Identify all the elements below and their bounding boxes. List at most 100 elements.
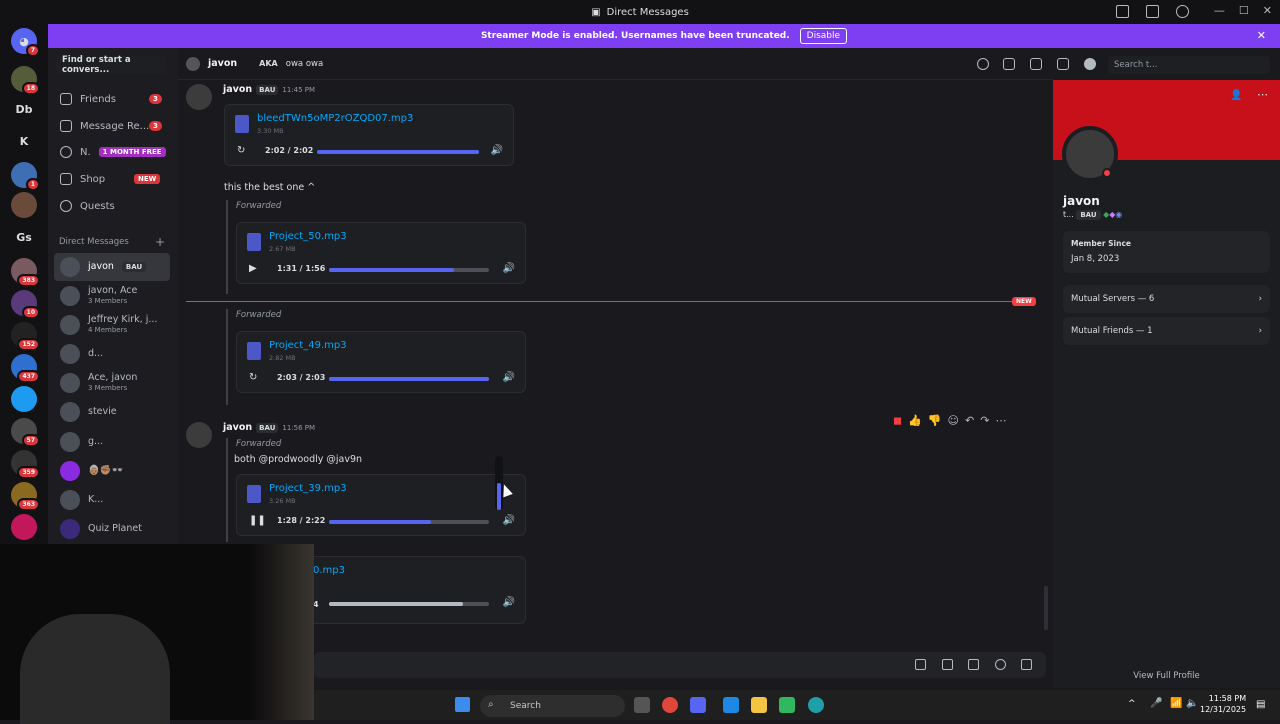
file-name-link[interactable]: Project_50.mp3 bbox=[269, 231, 347, 242]
replay-icon[interactable]: ↻ bbox=[249, 372, 257, 383]
wifi-icon[interactable]: 📶 bbox=[1170, 698, 1182, 709]
dm-item[interactable]: Ace, javon 3 Members bbox=[54, 369, 170, 397]
nav-message-requests[interactable]: Message Re... bbox=[60, 117, 149, 135]
discord-home-icon[interactable]: ◕ 7 bbox=[11, 28, 40, 57]
gif-icon[interactable] bbox=[942, 659, 953, 670]
dm-item[interactable]: stevie bbox=[54, 398, 170, 426]
more-icon[interactable]: ⋯ bbox=[1257, 88, 1268, 101]
help-icon[interactable] bbox=[1176, 5, 1189, 18]
thumbs-up-icon[interactable]: 👍 bbox=[908, 414, 922, 427]
server-icon[interactable] bbox=[11, 192, 37, 218]
taskbar-clock[interactable]: 11:58 PM 12/31/2025 bbox=[1200, 693, 1246, 715]
play-icon[interactable]: ▶ bbox=[249, 263, 257, 274]
maximize-button[interactable]: ☐ bbox=[1239, 4, 1249, 17]
vscode-icon[interactable] bbox=[723, 697, 739, 713]
task-view-icon[interactable] bbox=[634, 697, 650, 713]
windows-start-icon[interactable] bbox=[455, 697, 470, 712]
close-banner-icon[interactable]: ✕ bbox=[1257, 29, 1266, 42]
more-icon[interactable]: ⋯ bbox=[995, 414, 1006, 427]
dm-item[interactable]: 👵🏽✊🏽👓 bbox=[54, 457, 170, 485]
server-icon[interactable]: 152 bbox=[11, 322, 40, 351]
forward-icon[interactable]: ↷ bbox=[980, 414, 989, 427]
notification-icon[interactable]: ▤ bbox=[1256, 699, 1265, 710]
taskbar-search[interactable]: Search bbox=[480, 695, 625, 717]
server-icon[interactable]: 10 bbox=[11, 290, 40, 319]
chrome-icon[interactable] bbox=[662, 697, 678, 713]
mic-icon[interactable]: 🎤 bbox=[1150, 698, 1162, 709]
voice-call-icon[interactable] bbox=[977, 58, 989, 70]
message-author[interactable]: javon BAU 11:56 PM bbox=[223, 422, 315, 433]
mutual-friends-row[interactable]: Mutual Friends — 1 › bbox=[1063, 317, 1270, 345]
server-icon[interactable]: 363 bbox=[11, 482, 40, 511]
dm-item[interactable]: d... bbox=[54, 340, 170, 368]
dm-item[interactable]: Quiz Planet bbox=[54, 515, 170, 543]
server-icon[interactable]: 437 bbox=[11, 354, 40, 383]
pause-icon[interactable]: ❚❚ bbox=[249, 515, 266, 526]
add-friend-icon[interactable]: 👤 bbox=[1230, 90, 1242, 101]
dm-item[interactable]: javon BAU bbox=[54, 253, 170, 281]
server-icon[interactable]: Gs bbox=[11, 224, 37, 250]
create-dm-icon[interactable]: + bbox=[155, 235, 165, 249]
chat-scrollbar[interactable] bbox=[1044, 586, 1048, 630]
server-icon[interactable]: 1 bbox=[11, 162, 40, 191]
add-reaction-icon[interactable]: ☺ bbox=[948, 414, 959, 427]
thumbs-down-icon[interactable]: 👎 bbox=[928, 414, 942, 427]
dm-item[interactable]: g... bbox=[54, 428, 170, 456]
mutual-servers-row[interactable]: Mutual Servers — 6 › bbox=[1063, 285, 1270, 313]
server-icon[interactable]: 383 bbox=[11, 258, 40, 287]
close-window-button[interactable]: ✕ bbox=[1263, 4, 1272, 17]
file-name-link[interactable]: Project_39.mp3 bbox=[269, 483, 347, 494]
volume-icon[interactable]: 🔊 bbox=[503, 372, 515, 383]
discord-taskbar-icon[interactable] bbox=[690, 697, 706, 713]
volume-icon[interactable]: 🔊 bbox=[503, 263, 515, 274]
author-avatar[interactable] bbox=[186, 84, 212, 110]
search-input[interactable]: Search t... bbox=[1108, 56, 1270, 74]
reaction-icon[interactable]: ◼ bbox=[893, 414, 902, 427]
nav-quests[interactable]: Quests bbox=[60, 197, 115, 215]
dm-item[interactable]: Jeffrey Kirk, j... 4 Members bbox=[54, 311, 170, 339]
sticker-icon[interactable] bbox=[968, 659, 979, 670]
volume-icon[interactable]: 🔊 bbox=[503, 597, 515, 608]
audio-progress[interactable] bbox=[329, 268, 489, 272]
server-icon[interactable]: 359 bbox=[11, 450, 40, 479]
author-name[interactable]: javon bbox=[223, 84, 252, 95]
message-composer[interactable] bbox=[314, 652, 1046, 678]
minimize-button[interactable]: — bbox=[1214, 4, 1225, 17]
view-full-profile-button[interactable]: View Full Profile bbox=[1053, 664, 1280, 688]
message-author[interactable]: javon BAU 11:45 PM bbox=[223, 84, 315, 95]
audio-progress[interactable] bbox=[317, 150, 479, 154]
server-icon[interactable]: K bbox=[11, 128, 37, 154]
flag-icon[interactable] bbox=[1116, 5, 1129, 18]
file-name-link[interactable]: Project_49.mp3 bbox=[269, 340, 347, 351]
add-friends-icon[interactable] bbox=[1057, 58, 1069, 70]
author-avatar[interactable] bbox=[186, 422, 212, 448]
nav-friends[interactable]: Friends bbox=[60, 90, 116, 108]
edge-icon[interactable] bbox=[808, 697, 824, 713]
nav-shop[interactable]: Shop bbox=[60, 170, 105, 188]
nav-nitro[interactable]: N. 1 MONTH FREE bbox=[60, 143, 166, 161]
disable-streamer-mode-button[interactable]: Disable bbox=[799, 28, 848, 44]
app-icon[interactable] bbox=[779, 697, 795, 713]
volume-icon[interactable]: 🔊 bbox=[491, 145, 503, 156]
video-call-icon[interactable] bbox=[1003, 58, 1015, 70]
dm-item[interactable]: javon, Ace 3 Members bbox=[54, 282, 170, 310]
reply-icon[interactable]: ↶ bbox=[965, 414, 974, 427]
audio-progress[interactable] bbox=[329, 602, 489, 606]
audio-progress[interactable] bbox=[329, 377, 489, 381]
server-icon[interactable]: Db bbox=[11, 96, 37, 122]
gift-icon[interactable] bbox=[915, 659, 926, 670]
file-name-link[interactable]: 0.mp3 bbox=[313, 565, 345, 576]
emoji-icon[interactable] bbox=[995, 659, 1006, 670]
file-explorer-icon[interactable] bbox=[751, 697, 767, 713]
pin-icon[interactable] bbox=[1030, 58, 1042, 70]
server-icon[interactable]: 18 bbox=[11, 66, 40, 95]
volume-slider[interactable] bbox=[495, 456, 503, 510]
volume-icon[interactable]: 🔊 bbox=[503, 515, 515, 526]
server-icon[interactable] bbox=[11, 386, 37, 412]
server-icon[interactable]: 57 bbox=[11, 418, 40, 447]
dm-item[interactable]: K... bbox=[54, 486, 170, 514]
volume-icon[interactable]: 🔈 bbox=[1186, 698, 1198, 709]
find-conversation-input[interactable]: Find or start a convers... bbox=[56, 55, 166, 75]
server-icon[interactable] bbox=[11, 514, 37, 540]
author-name[interactable]: javon bbox=[223, 422, 252, 433]
